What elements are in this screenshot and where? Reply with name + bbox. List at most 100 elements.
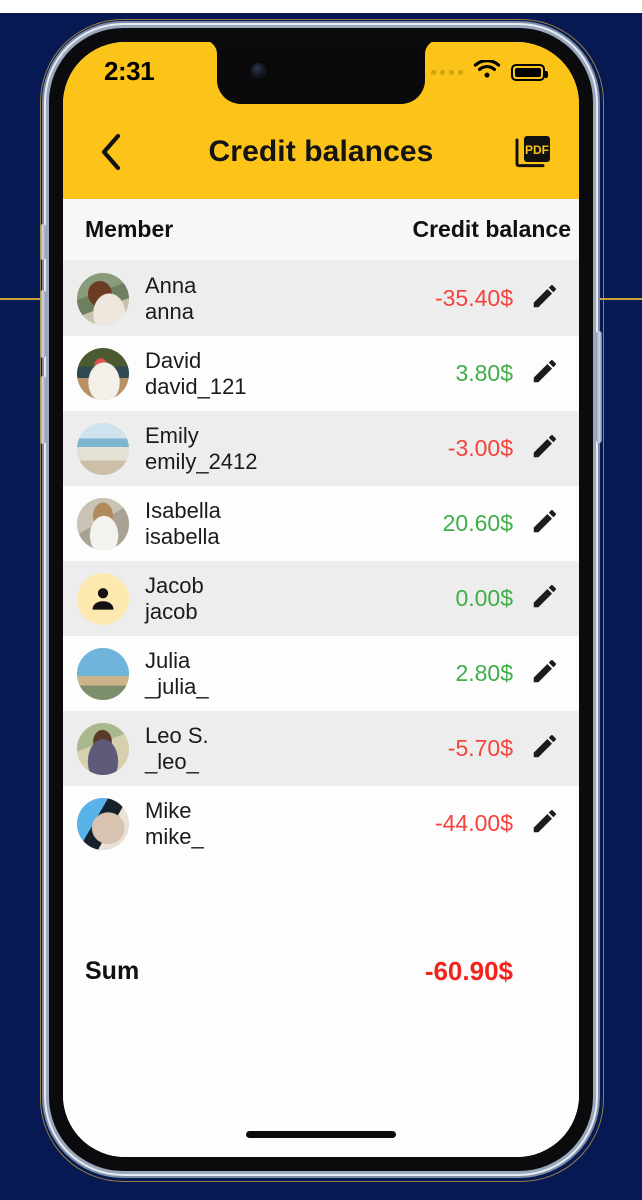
member-names: David david_121 — [145, 348, 247, 400]
edit-balance-button[interactable] — [521, 425, 569, 473]
phone-screen: 2:31 Credit balances PDF Member Credit b… — [63, 42, 579, 1157]
table-row[interactable]: Jacob jacob 0.00$ — [63, 561, 579, 636]
edit-balance-button[interactable] — [521, 650, 569, 698]
avatar-image — [77, 422, 129, 475]
credit-balance-value: 20.60$ — [442, 510, 513, 536]
edit-balance-button[interactable] — [521, 575, 569, 623]
member-name: Mike — [145, 797, 192, 823]
member-names: Jacob jacob — [145, 573, 204, 625]
svg-text:PDF: PDF — [525, 143, 549, 157]
member-handle: david_121 — [145, 373, 247, 399]
credit-balance-value: -44.00$ — [434, 810, 513, 836]
pencil-icon — [530, 431, 560, 466]
member-handle: emily_2412 — [145, 448, 258, 474]
app-bar: 2:31 Credit balances PDF — [63, 42, 579, 199]
avatar — [77, 722, 129, 775]
column-header-member: Member — [85, 216, 174, 242]
avatar-image — [77, 347, 129, 400]
avatar — [77, 347, 129, 400]
member-name: Isabella — [145, 497, 221, 523]
table-row[interactable]: Julia _julia_ 2.80$ — [63, 636, 579, 711]
sum-label: Sum — [85, 956, 140, 985]
pdf-export-button[interactable]: PDF — [513, 131, 555, 173]
member-handle: mike_ — [145, 823, 204, 849]
member-names: Leo S. _leo_ — [145, 723, 209, 775]
table-row[interactable]: Isabella isabella 20.60$ — [63, 486, 579, 561]
member-names: Emily emily_2412 — [145, 423, 258, 475]
credit-balance-value: 3.80$ — [455, 360, 513, 386]
pencil-icon — [530, 581, 560, 616]
member-name: Leo S. — [145, 722, 209, 748]
signal-dots-icon — [431, 70, 463, 75]
member-names: Isabella isabella — [145, 498, 221, 550]
credit-balance-value: 0.00$ — [455, 585, 513, 611]
table-row[interactable]: Leo S. _leo_ -5.70$ — [63, 711, 579, 786]
status-bar-indicators — [431, 59, 548, 85]
phone-device-frame: 2:31 Credit balances PDF Member Credit b… — [40, 19, 604, 1182]
edit-balance-button[interactable] — [521, 500, 569, 548]
avatar — [77, 272, 129, 325]
pencil-icon — [530, 356, 560, 391]
front-camera-icon — [252, 64, 265, 77]
pencil-icon — [530, 656, 560, 691]
avatar-image — [77, 272, 129, 325]
member-name: Anna — [145, 272, 197, 298]
member-handle: jacob — [145, 598, 198, 624]
pencil-icon — [530, 506, 560, 541]
member-name: Jacob — [145, 572, 204, 598]
page-title: Credit balances — [208, 134, 434, 168]
avatar-image — [77, 797, 129, 850]
member-names: Mike mike_ — [145, 798, 204, 850]
avatar-image — [77, 722, 129, 775]
home-indicator[interactable] — [246, 1131, 396, 1138]
pencil-icon — [530, 806, 560, 841]
member-handle: anna — [145, 298, 194, 324]
credit-balance-value: -3.00$ — [447, 435, 513, 461]
member-names: Anna anna — [145, 273, 196, 325]
edit-balance-button[interactable] — [521, 800, 569, 848]
table-row[interactable]: Anna anna -35.40$ — [63, 261, 579, 336]
power-button[interactable] — [596, 331, 602, 443]
pencil-icon — [530, 281, 560, 316]
table-row[interactable]: Mike mike_ -44.00$ — [63, 786, 579, 861]
pencil-icon — [530, 731, 560, 766]
member-names: Julia _julia_ — [145, 648, 209, 700]
edit-balance-button[interactable] — [521, 350, 569, 398]
member-list: Anna anna -35.40$ David david_121 3.80$ Emily e… — [63, 261, 579, 861]
column-header-balance: Credit balance — [412, 216, 572, 242]
avatar-image — [77, 647, 129, 700]
member-handle: isabella — [145, 523, 220, 549]
credit-balance-value: 2.80$ — [455, 660, 513, 686]
member-handle: _julia_ — [145, 673, 209, 699]
mute-switch[interactable] — [40, 224, 46, 260]
status-bar: 2:31 — [63, 42, 579, 104]
avatar — [77, 572, 129, 625]
edit-balance-button[interactable] — [521, 725, 569, 773]
wifi-icon — [473, 59, 501, 85]
content-area: Member Credit balance Anna anna -35.40$ Dav… — [63, 199, 579, 1157]
sum-row: Sum -60.90$ — [63, 939, 579, 1003]
volume-down-button[interactable] — [40, 376, 46, 444]
table-header-row: Member Credit balance — [63, 199, 579, 261]
status-bar-clock: 2:31 — [104, 56, 155, 86]
table-row[interactable]: David david_121 3.80$ — [63, 336, 579, 411]
avatar — [77, 422, 129, 475]
sum-value: -60.90$ — [424, 955, 513, 986]
volume-up-button[interactable] — [40, 290, 46, 358]
device-notch — [217, 42, 425, 104]
avatar-image — [77, 497, 129, 550]
member-name: Julia — [145, 647, 191, 673]
avatar — [77, 797, 129, 850]
member-name: David — [145, 347, 202, 373]
avatar — [77, 647, 129, 700]
member-handle: _leo_ — [145, 748, 199, 774]
table-row[interactable]: Emily emily_2412 -3.00$ — [63, 411, 579, 486]
battery-full-icon — [511, 64, 548, 81]
avatar — [77, 497, 129, 550]
title-row: Credit balances PDF — [63, 104, 579, 199]
pdf-export-icon: PDF — [513, 135, 555, 177]
edit-balance-button[interactable] — [521, 275, 569, 323]
credit-balance-value: -35.40$ — [434, 285, 513, 311]
member-name: Emily — [145, 422, 199, 448]
credit-balance-value: -5.70$ — [447, 735, 513, 761]
